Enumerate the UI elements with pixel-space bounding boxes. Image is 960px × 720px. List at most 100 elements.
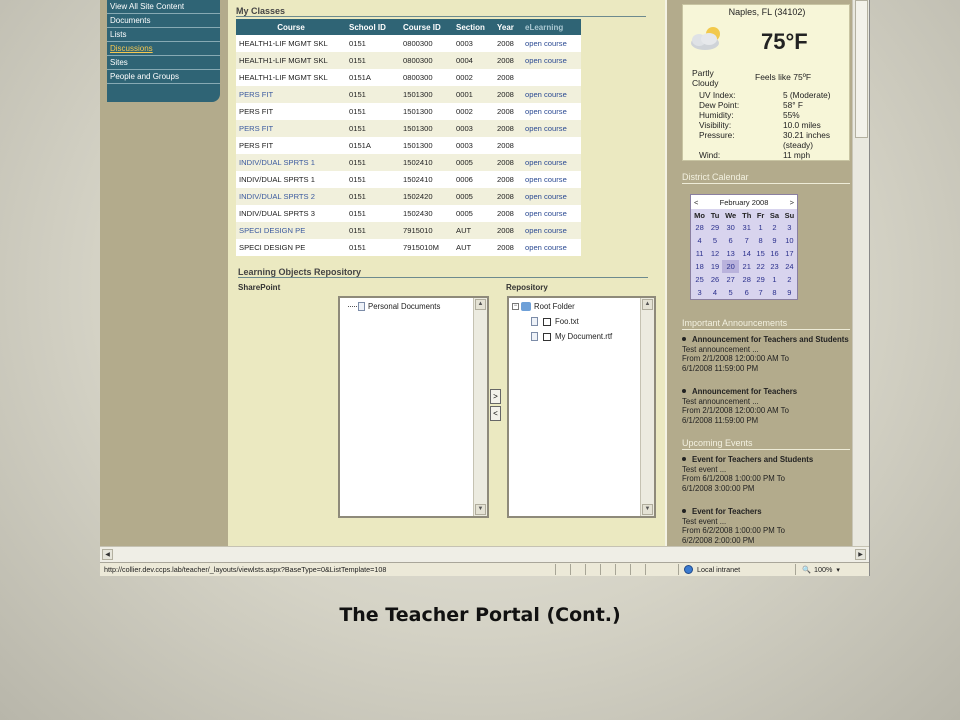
open-course-link[interactable]: open course — [522, 222, 581, 239]
open-course-link[interactable]: open course — [522, 171, 581, 188]
calendar-day[interactable]: 17 — [782, 247, 797, 260]
vertical-scrollbar[interactable] — [852, 0, 869, 548]
calendar-day[interactable]: 14 — [739, 247, 754, 260]
nav-item-sites[interactable]: Sites — [107, 56, 220, 70]
repository-tree[interactable]: − Root Folder Foo.txt My Document.rtf ▲ … — [507, 296, 656, 518]
announcement-item[interactable]: Announcement for Teachers Test announcem… — [682, 387, 850, 425]
calendar-day[interactable]: 1 — [754, 221, 767, 234]
open-course-link[interactable]: open course — [522, 120, 581, 137]
tree-node-my-document-rtf[interactable]: My Document.rtf — [531, 332, 612, 341]
calendar-day[interactable]: 9 — [782, 286, 797, 299]
calendar-day[interactable]: 1 — [767, 273, 782, 286]
announcement-item[interactable]: Announcement for Teachers and Students T… — [682, 335, 850, 373]
calendar-day[interactable]: 18 — [691, 260, 708, 273]
calendar-day[interactable]: 31 — [739, 221, 754, 234]
calendar-day[interactable]: 28 — [739, 273, 754, 286]
open-course-link[interactable]: open course — [522, 154, 581, 171]
calendar-day[interactable]: 2 — [767, 221, 782, 234]
calendar-day[interactable]: 8 — [767, 286, 782, 299]
horizontal-scrollbar[interactable]: ◀ ▶ — [100, 546, 869, 562]
calendar-day[interactable]: 27 — [722, 273, 740, 286]
scroll-up-icon[interactable]: ▲ — [475, 299, 486, 310]
section-cell: 0005 — [453, 188, 494, 205]
course-cell[interactable]: INDIV/DUAL SPRTS 2 — [236, 188, 346, 205]
scroll-left-icon[interactable]: ◀ — [102, 549, 113, 560]
security-zone[interactable]: Local intranet — [684, 565, 740, 574]
calendar-day[interactable]: 21 — [739, 260, 754, 273]
calendar-day[interactable]: 15 — [754, 247, 767, 260]
calendar-day[interactable]: 16 — [767, 247, 782, 260]
nav-item-lists[interactable]: Lists — [107, 28, 220, 42]
select-checkbox[interactable] — [543, 332, 551, 341]
course-cell[interactable]: SPECI DESIGN PE — [236, 222, 346, 239]
open-course-link[interactable]: open course — [522, 239, 581, 256]
calendar-day[interactable]: 7 — [739, 234, 754, 247]
calendar-day[interactable]: 4 — [708, 286, 722, 299]
calendar-day[interactable]: 12 — [708, 247, 722, 260]
school-id-cell: 0151 — [346, 205, 400, 222]
calendar-day[interactable]: 4 — [691, 234, 708, 247]
open-course-link[interactable]: open course — [522, 103, 581, 120]
calendar-day[interactable]: 10 — [782, 234, 797, 247]
calendar-day[interactable]: 26 — [708, 273, 722, 286]
calendar-day[interactable]: 7 — [754, 286, 767, 299]
scroll-up-icon[interactable]: ▲ — [642, 299, 653, 310]
event-item[interactable]: Event for Teachers and Students Test eve… — [682, 455, 850, 493]
sharepoint-scrollbar[interactable]: ▲ ▼ — [473, 298, 487, 516]
sharepoint-tree[interactable]: Personal Documents ▲ ▼ — [338, 296, 489, 518]
calendar-day[interactable]: 13 — [722, 247, 740, 260]
course-cell[interactable]: PERS FIT — [236, 86, 346, 103]
chevron-down-icon[interactable]: ▾ — [836, 565, 840, 574]
open-course-link[interactable]: open course — [522, 86, 581, 103]
calendar-day[interactable]: 23 — [767, 260, 782, 273]
calendar-day[interactable]: 22 — [754, 260, 767, 273]
calendar-day[interactable]: 11 — [691, 247, 708, 260]
scroll-down-icon[interactable]: ▼ — [642, 504, 653, 515]
tree-node-foo-txt[interactable]: Foo.txt — [531, 317, 579, 326]
event-item[interactable]: Event for Teachers Test event ... From 6… — [682, 507, 850, 545]
calendar-day[interactable]: 5 — [722, 286, 740, 299]
course-cell[interactable]: PERS FIT — [236, 120, 346, 137]
table-row: PERS FIT 0151A 1501300 0003 2008 — [236, 137, 581, 154]
open-course-link[interactable]: open course — [522, 52, 581, 69]
nav-item-people-and-groups[interactable]: People and Groups — [107, 70, 220, 84]
calendar-day[interactable]: 28 — [691, 221, 708, 234]
course-id-cell: 1501300 — [400, 120, 453, 137]
calendar-day[interactable]: 5 — [708, 234, 722, 247]
next-month-button[interactable]: > — [790, 198, 794, 207]
open-course-link[interactable]: open course — [522, 188, 581, 205]
calendar-day[interactable]: 8 — [754, 234, 767, 247]
calendar-day[interactable]: 30 — [722, 221, 740, 234]
calendar-day[interactable]: 20 — [721, 260, 740, 273]
calendar-day[interactable]: 9 — [767, 234, 782, 247]
calendar-day[interactable]: 19 — [708, 260, 722, 273]
tree-node-root-folder[interactable]: − Root Folder — [512, 302, 575, 311]
open-course-link[interactable]: open course — [522, 35, 581, 52]
nav-item-view-all-site-content[interactable]: View All Site Content — [107, 0, 220, 14]
calendar-day[interactable]: 24 — [782, 260, 797, 273]
open-course-link[interactable]: open course — [522, 205, 581, 222]
nav-item-discussions[interactable]: Discussions — [107, 42, 220, 56]
calendar-day[interactable]: 6 — [739, 286, 754, 299]
nav-item-documents[interactable]: Documents — [107, 14, 220, 28]
calendar-day[interactable]: 29 — [754, 273, 767, 286]
select-checkbox[interactable] — [543, 317, 551, 326]
calendar-day[interactable]: 25 — [691, 273, 708, 286]
scrollbar-thumb[interactable] — [855, 0, 868, 138]
scroll-down-icon[interactable]: ▼ — [475, 504, 486, 515]
scroll-right-icon[interactable]: ▶ — [855, 549, 866, 560]
table-header-row: Course School ID Course ID Section Year … — [236, 19, 581, 35]
tree-node-personal-documents[interactable]: Personal Documents — [348, 302, 440, 311]
calendar-day[interactable]: 3 — [691, 286, 708, 299]
prev-month-button[interactable]: < — [694, 198, 698, 207]
repository-scrollbar[interactable]: ▲ ▼ — [640, 298, 654, 516]
calendar-day[interactable]: 2 — [782, 273, 797, 286]
zoom-control[interactable]: 🔍 100% ▾ — [802, 565, 840, 574]
course-cell[interactable]: INDIV/DUAL SPRTS 1 — [236, 154, 346, 171]
move-left-button[interactable]: < — [490, 406, 501, 421]
calendar-day[interactable]: 3 — [782, 221, 797, 234]
calendar-day[interactable]: 29 — [708, 221, 722, 234]
calendar-day[interactable]: 6 — [722, 234, 740, 247]
move-right-button[interactable]: > — [490, 389, 501, 404]
collapse-icon[interactable]: − — [512, 303, 519, 310]
